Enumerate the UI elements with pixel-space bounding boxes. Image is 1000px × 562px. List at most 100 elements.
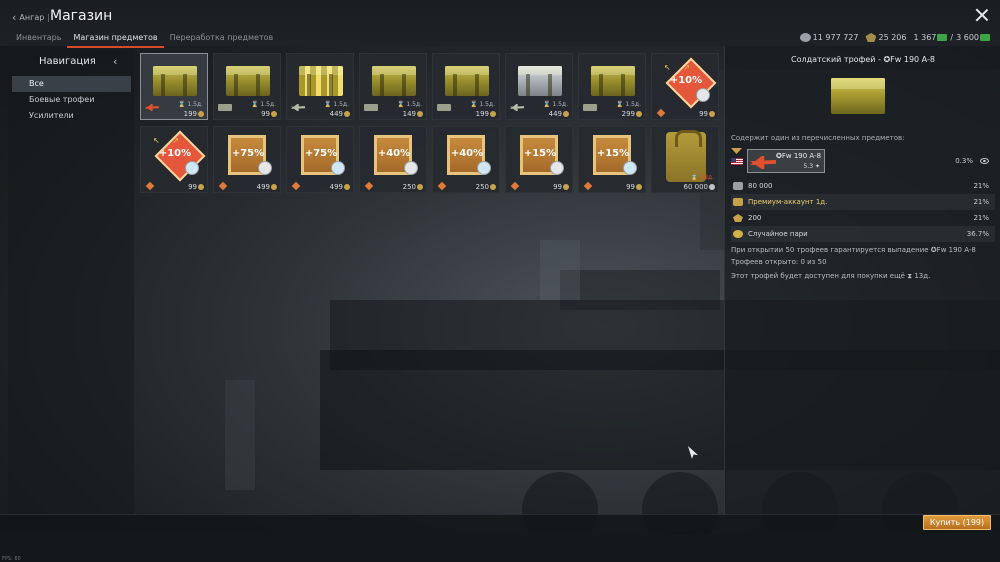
booster-percent: +15% (596, 148, 630, 159)
navigation-list: Все Боевые трофеи Усилители (12, 76, 131, 124)
drop-row: Премиум-аккаунт 1д. 21% (731, 194, 995, 210)
shop-item-trophy[interactable]: ⌛ 1.5д. 199 (140, 53, 208, 120)
eagle-icon (563, 184, 569, 190)
bottom-bar (0, 514, 1000, 534)
item-price: 250 (403, 183, 423, 191)
item-price: 99 (188, 183, 204, 191)
vehicle-card[interactable]: ✪Fw 190 A-8 5.3 ✦ (747, 149, 825, 173)
drop-chance: 21% (973, 198, 989, 206)
research-total: 3 600 (956, 33, 979, 42)
shop-item-booster[interactable]: +15% 99 (578, 126, 646, 193)
shop-item-trophy[interactable]: ⌛ 1.5д. 449 (505, 53, 573, 120)
tank-icon (437, 104, 451, 111)
vehicle-drop-row: ✪Fw 190 A-8 5.3 ✦ 0.3% (731, 148, 995, 174)
drop-chance: 36.7% (966, 230, 989, 238)
item-timer: ⌛ 1.5д. (324, 101, 349, 108)
booster-rarity-icon (583, 181, 593, 191)
tab-item-recycling[interactable]: Переработка предметов (164, 31, 280, 48)
trophy-chest-icon (831, 78, 885, 114)
booster-percent: +75% (231, 148, 265, 159)
currency-bar: 11 977 727 25 206 1 367 / 3 600 (793, 33, 990, 42)
booster-percent: +75% (304, 148, 338, 159)
nav-item-battle-trophies[interactable]: Боевые трофеи (12, 92, 131, 108)
back-label: Ангар (19, 13, 45, 22)
drop-label: 200 (748, 214, 762, 222)
eagle-icon (490, 111, 496, 117)
shop-item-booster[interactable]: +15% 99 (505, 126, 573, 193)
shop-item-trophy[interactable]: ⌛ 1.5д. 149 (359, 53, 427, 120)
status-bar (0, 534, 1000, 562)
page-title: Магазин (50, 8, 113, 24)
buy-button[interactable]: Купить (199) (923, 515, 991, 530)
eagle-icon (344, 111, 350, 117)
back-to-hangar-button[interactable]: ‹ Ангар | (12, 11, 53, 24)
item-timer: ⌛ 1.5д. (616, 101, 641, 108)
collapse-chevron-icon[interactable]: ‹ (113, 55, 117, 68)
silver-lion-icon (799, 33, 811, 42)
nav-item-boosters[interactable]: Усилители (12, 108, 131, 124)
item-timer: ⌛ 1.5д. (397, 101, 422, 108)
trophy-chest-icon (518, 66, 562, 96)
fps-counter: FPS: 60 (2, 556, 21, 562)
nav-item-all[interactable]: Все (12, 76, 131, 92)
premium-account-icon (733, 198, 743, 206)
booster-percent: +40% (377, 148, 411, 159)
trophy-chest-icon (299, 66, 343, 96)
shop-item-trophy[interactable]: ⌛ 1.5д. 449 (286, 53, 354, 120)
shop-item-booster[interactable]: +75% 499 (213, 126, 281, 193)
booster-percent: +10% (669, 75, 703, 86)
trophy-chest-icon (226, 66, 270, 96)
booster-rarity-icon (510, 181, 520, 191)
research-separator: / (950, 33, 954, 42)
item-price: 149 (403, 110, 423, 118)
booster-rarity-icon (218, 181, 228, 191)
shop-item-booster[interactable]: +40% 250 (359, 126, 427, 193)
item-timer: ⌛ 28д. (690, 174, 714, 181)
silver-lions-balance: 11 977 727 (799, 33, 859, 42)
shop-item-booster[interactable]: +75% 499 (286, 126, 354, 193)
tab-bar: Инвентарь Магазин предметов Переработка … (10, 31, 279, 48)
trophy-chest-icon (153, 66, 197, 96)
trophy-chest-icon (445, 66, 489, 96)
eagle-icon (709, 111, 715, 117)
drop-chance: 21% (973, 214, 989, 222)
medal-icon (733, 230, 743, 238)
arrows-icon: ↖ ↗ (664, 63, 691, 72)
plane-icon (145, 104, 159, 111)
drop-row: 80 000 21% (731, 178, 995, 194)
shop-item-trophy[interactable]: ⌛ 1.5д. 299 (578, 53, 646, 120)
eagle-icon (417, 184, 423, 190)
booster-percent: +40% (450, 148, 484, 159)
item-price: 99 (626, 183, 642, 191)
trophy-chest-icon (372, 66, 416, 96)
navigation-header: Навигация ‹ (8, 55, 134, 71)
vehicle-battle-rating: 5.3 ✦ (803, 163, 820, 170)
tab-inventory[interactable]: Инвентарь (10, 31, 67, 48)
eagle-icon (563, 111, 569, 117)
shop-item-booster[interactable]: +40% 250 (432, 126, 500, 193)
golden-eagles-balance: 25 206 (865, 33, 906, 42)
plane-icon (750, 156, 776, 169)
eagle-icon (198, 184, 204, 190)
shop-item-booster[interactable]: ↖ ↗ +10% 99 (140, 126, 208, 193)
item-price: 99 (261, 110, 277, 118)
booster-percent: +15% (523, 148, 557, 159)
tab-item-shop[interactable]: Магазин предметов (67, 31, 164, 48)
item-timer: ⌛ 1.5д. (178, 101, 203, 108)
booster-rarity-icon (145, 181, 155, 191)
silver-amount: 11 977 727 (812, 33, 859, 42)
close-icon[interactable] (975, 8, 989, 22)
shop-item-trophy[interactable]: ⌛ 1.5д. 199 (432, 53, 500, 120)
shop-item-trophy[interactable]: ⌛ 1.5д. 99 (213, 53, 281, 120)
shop-item-booster[interactable]: ↖ ↗ +10% 99 (651, 53, 719, 120)
item-timer: ⌛ 1.5д. (470, 101, 495, 108)
research-badge-icon (980, 34, 990, 41)
silver-lion-icon (733, 182, 743, 190)
drop-row: 200 21% (731, 210, 995, 226)
booster-percent: +10% (158, 148, 192, 159)
shop-item-bag[interactable]: ⌛ 28д. 60 000 (651, 126, 719, 193)
guarantee-note: При открытии 50 трофеев гарантируется вы… (731, 246, 976, 254)
eye-icon[interactable] (980, 158, 989, 164)
rank-icon (731, 148, 742, 154)
item-timer: ⌛ 1.5д. (251, 101, 276, 108)
